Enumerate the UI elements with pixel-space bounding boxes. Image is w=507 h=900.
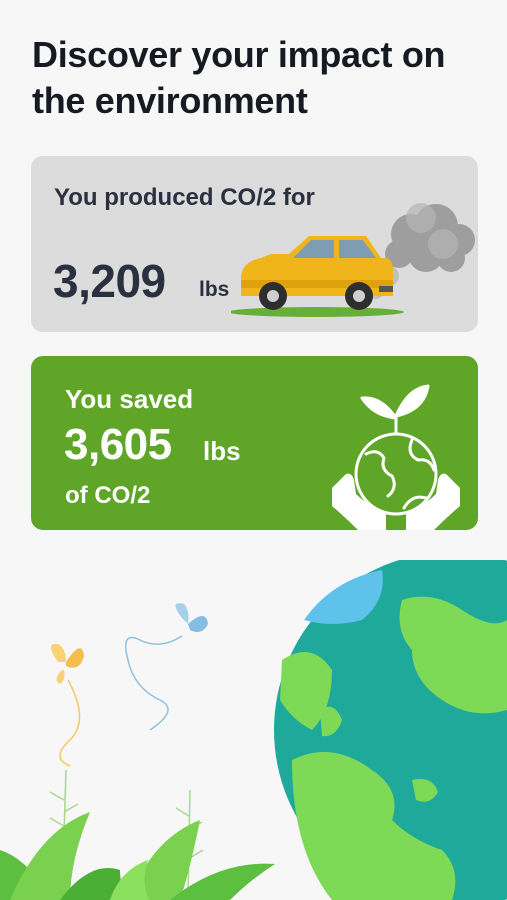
plants-illustration [0,769,275,900]
co2-saved-card: You saved 3,605 lbs of CO/2 [31,356,478,530]
saved-unit: lbs [203,436,241,466]
saved-label: You saved [65,384,194,414]
saved-suffix: of CO/2 [65,482,151,509]
butterflies-illustration [51,603,208,767]
car-exhaust-icon [231,203,475,317]
produced-amount: 3,209 [53,255,166,307]
co2-produced-card: You produced CO/2 for 3,209 lbs [31,156,478,332]
page-title: Discover your impact on the environment [32,34,446,121]
produced-unit: lbs [199,278,230,301]
earth-globe-illustration [274,560,507,900]
earth-in-hands-icon [332,384,460,530]
saved-amount: 3,605 [64,420,172,469]
